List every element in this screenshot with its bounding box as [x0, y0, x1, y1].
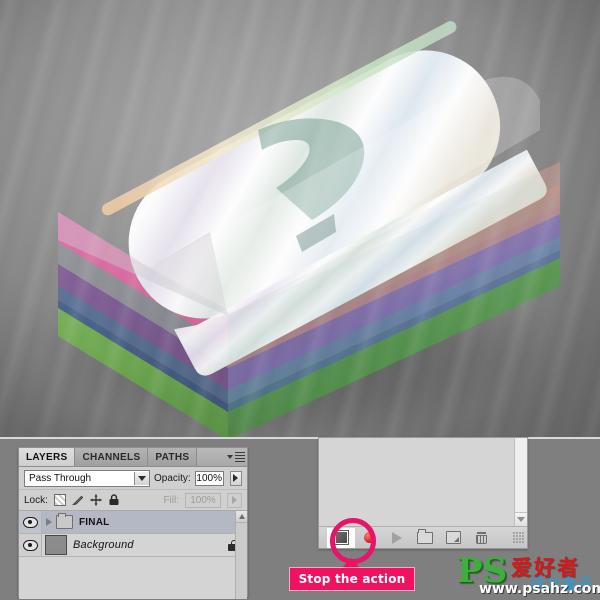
tab-paths[interactable]: PATHS: [148, 448, 198, 466]
artwork-canvas: [0, 0, 600, 437]
new-action-button[interactable]: [439, 528, 467, 548]
tab-channels-label: CHANNELS: [82, 451, 141, 463]
lock-paint-icon[interactable]: [71, 494, 84, 506]
hamburger-icon: [235, 451, 245, 463]
delete-button[interactable]: [467, 528, 495, 548]
play-triangle-icon: [392, 531, 402, 544]
panel-tabbar: LAYERS CHANNELS PATHS: [19, 448, 247, 467]
layer-list-empty-space: [19, 557, 247, 579]
chevron-right-icon: [232, 496, 237, 504]
opacity-input[interactable]: 100%: [194, 470, 224, 486]
blend-mode-chevron[interactable]: [134, 471, 149, 485]
fill-input[interactable]: 100%: [185, 492, 221, 508]
fill-stepper[interactable]: [227, 492, 242, 508]
folder-icon: [417, 529, 433, 544]
actions-list[interactable]: [319, 438, 527, 527]
layer-row-final[interactable]: FINAL: [19, 511, 247, 534]
trash-icon: [475, 531, 487, 544]
group-disclosure-triangle[interactable]: [42, 518, 56, 526]
chevron-right-icon: [233, 474, 239, 482]
artwork-stage: [0, 0, 600, 437]
scroll-down-button[interactable]: [515, 512, 527, 526]
chevron-down-icon: [227, 455, 233, 459]
watermark: PS 爱好者 活力盒子 www.psahz.com: [455, 554, 600, 600]
new-page-icon: [445, 531, 461, 544]
lock-label: Lock:: [24, 494, 48, 506]
layer-thumbnail-background: [45, 535, 67, 555]
eye-icon: [22, 516, 38, 528]
visibility-toggle-final[interactable]: [19, 511, 42, 533]
layers-scrollbar[interactable]: [235, 511, 247, 599]
play-button[interactable]: [383, 528, 411, 548]
eye-icon: [22, 539, 38, 551]
tab-paths-label: PATHS: [155, 451, 190, 463]
chevron-down-icon: [138, 475, 146, 481]
callout-stop-the-action: Stop the action: [289, 567, 415, 591]
layer-row-background[interactable]: Background: [19, 534, 247, 557]
tab-channels[interactable]: CHANNELS: [75, 448, 149, 466]
panel-menu-icon[interactable]: [227, 451, 245, 463]
opacity-stepper[interactable]: [229, 470, 242, 486]
lock-position-icon[interactable]: [90, 494, 102, 506]
chevron-down-icon: [517, 517, 525, 522]
layers-panel: LAYERS CHANNELS PATHS Pass Through Opaci…: [18, 447, 248, 599]
triangle-right-icon: [46, 518, 52, 526]
blend-mode-row: Pass Through Opacity: 100%: [19, 467, 247, 490]
layer-name-background: Background: [73, 539, 134, 551]
chevron-up-icon: [238, 514, 245, 519]
blend-mode-value: Pass Through: [29, 472, 92, 484]
lock-all-icon[interactable]: [108, 494, 120, 506]
screenshot-root: LAYERS CHANNELS PATHS Pass Through Opaci…: [0, 0, 600, 600]
watermark-url: www.psahz.com: [479, 581, 600, 597]
visibility-toggle-background[interactable]: [19, 534, 42, 556]
layer-name-final: FINAL: [79, 516, 110, 528]
isometric-number-2-illustration: [58, 21, 560, 437]
actions-scrollbar[interactable]: [514, 438, 527, 526]
fill-label: Fill:: [163, 494, 179, 506]
callout-label: Stop the action: [298, 572, 406, 586]
tab-layers[interactable]: LAYERS: [19, 448, 76, 466]
opacity-label: Opacity:: [154, 472, 191, 484]
scroll-up-button[interactable]: [236, 511, 247, 523]
resize-grip-icon[interactable]: [513, 531, 525, 544]
lock-row: Lock: Fill: 100%: [19, 490, 247, 511]
new-set-button[interactable]: [411, 528, 439, 548]
tab-layers-label: LAYERS: [26, 451, 68, 463]
layer-list: FINAL Background: [19, 511, 247, 599]
lock-transparency-icon[interactable]: [53, 494, 66, 506]
folder-icon: [56, 513, 73, 529]
blend-mode-select[interactable]: Pass Through: [24, 469, 150, 487]
